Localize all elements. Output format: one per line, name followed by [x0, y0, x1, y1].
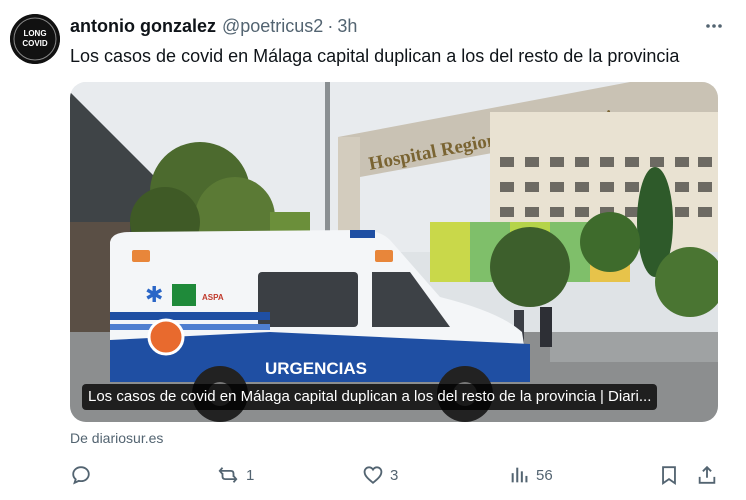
like-count: 3 — [390, 466, 399, 484]
author-name[interactable]: antonio gonzalez — [70, 16, 216, 37]
separator-dot: · — [327, 15, 334, 36]
more-options-button[interactable] — [700, 14, 728, 38]
more-icon — [706, 24, 722, 28]
action-bar: 1 3 56 — [70, 458, 718, 492]
avatar-line-1: LONG — [23, 29, 46, 38]
image-caption: Los casos de covid en Málaga capital dup… — [82, 384, 658, 410]
card-image: Hospital Regional Universitario — [70, 82, 718, 422]
repost-icon — [218, 467, 238, 483]
svg-text:✱: ✱ — [145, 283, 163, 308]
post-header: antonio gonzalez @poetricus2 · 3h — [70, 14, 730, 38]
author-handle[interactable]: @poetricus2 — [222, 16, 323, 37]
bookmark-button[interactable] — [658, 458, 680, 492]
like-button[interactable]: 3 — [362, 458, 398, 492]
views-count: 56 — [536, 466, 553, 484]
repost-button[interactable]: 1 — [216, 458, 254, 492]
share-button[interactable] — [696, 458, 718, 492]
ambulance-label: URGENCIAS — [265, 359, 367, 378]
share-icon — [698, 465, 716, 484]
reply-icon — [72, 466, 90, 485]
views-button[interactable]: 56 — [508, 458, 553, 492]
views-icon — [511, 467, 528, 483]
reply-button[interactable] — [70, 458, 98, 492]
avatar[interactable]: LONG COVID — [10, 14, 60, 64]
avatar-line-2: COVID — [22, 39, 48, 48]
post-time[interactable]: 3h — [337, 16, 357, 37]
heart-icon — [363, 466, 383, 484]
link-card[interactable]: Hospital Regional Universitario — [70, 82, 718, 422]
ambulance-text: ASPA — [202, 293, 224, 302]
bookmark-icon — [662, 466, 676, 485]
link-source[interactable]: De diariosur.es — [70, 430, 163, 446]
post-text: Los casos de covid en Málaga capital dup… — [70, 46, 680, 66]
repost-count: 1 — [246, 466, 255, 484]
